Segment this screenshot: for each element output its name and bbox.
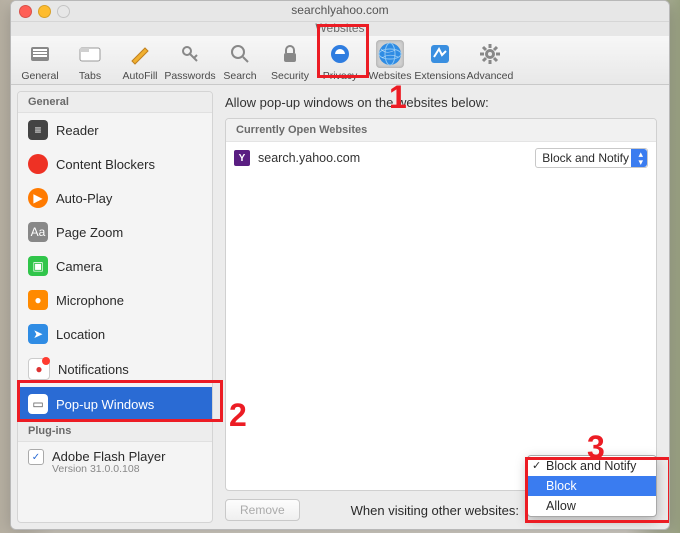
- body: General ≡ Reader Content Blockers ▶ Auto…: [11, 85, 669, 529]
- toolbar-search[interactable]: Search: [217, 40, 263, 82]
- sidebar-item-label: Camera: [56, 259, 102, 274]
- zoom-icon: Aa: [28, 222, 48, 242]
- yahoo-favicon: Y: [234, 150, 250, 166]
- sidebar-item-label: Reader: [56, 123, 99, 138]
- preferences-window: searchlyahoo.com Websites General Tabs A…: [10, 0, 670, 530]
- search-icon: [226, 40, 254, 68]
- remove-button[interactable]: Remove: [225, 499, 300, 521]
- sidebar-item-popup-windows[interactable]: ▭ Pop-up Windows: [18, 387, 212, 421]
- option-block-and-notify[interactable]: ✓ Block and Notify: [528, 456, 656, 476]
- privacy-icon: [326, 40, 354, 68]
- close-window-button[interactable]: [19, 5, 32, 18]
- sidebar-item-auto-play[interactable]: ▶ Auto-Play: [18, 181, 212, 215]
- sidebar-item-label: Microphone: [56, 293, 124, 308]
- websites-list: Currently Open Websites Y search.yahoo.c…: [225, 118, 657, 491]
- window-title: Websites: [11, 22, 669, 36]
- zoom-window-button[interactable]: [57, 5, 70, 18]
- globe-icon: [376, 40, 404, 68]
- main-panel: Allow pop-up windows on the websites bel…: [213, 85, 669, 529]
- check-icon: ✓: [532, 459, 541, 472]
- sidebar-item-label: Auto-Play: [56, 191, 112, 206]
- option-block[interactable]: Block: [528, 476, 656, 496]
- preferences-toolbar: General Tabs AutoFill Passwords Search S…: [11, 36, 669, 85]
- camera-icon: ▣: [28, 256, 48, 276]
- toolbar-autofill[interactable]: AutoFill: [117, 40, 163, 82]
- toolbar-passwords[interactable]: Passwords: [167, 40, 213, 82]
- toolbar-label: Websites: [369, 70, 412, 82]
- toolbar-label: Extensions: [414, 70, 465, 82]
- stop-icon: [28, 154, 48, 174]
- toolbar-general[interactable]: General: [17, 40, 63, 82]
- key-icon: [176, 40, 204, 68]
- sidebar-item-label: Location: [56, 327, 105, 342]
- sidebar-item-reader[interactable]: ≡ Reader: [18, 113, 212, 147]
- sidebar-item-label: Content Blockers: [56, 157, 155, 172]
- sidebar: General ≡ Reader Content Blockers ▶ Auto…: [17, 91, 213, 523]
- toolbar-tabs[interactable]: Tabs: [67, 40, 113, 82]
- option-allow[interactable]: Allow: [528, 496, 656, 516]
- play-icon: ▶: [28, 188, 48, 208]
- notification-badge: [42, 357, 50, 365]
- site-setting-select[interactable]: Block and Notify ▴▾: [535, 148, 648, 168]
- toolbar-label: Advanced: [467, 70, 514, 82]
- sidebar-section-plugins: Plug-ins: [18, 421, 212, 442]
- sidebar-item-notifications[interactable]: ● Notifications: [18, 351, 212, 387]
- toolbar-label: Passwords: [164, 70, 215, 82]
- sidebar-item-camera[interactable]: ▣ Camera: [18, 249, 212, 283]
- website-row[interactable]: Y search.yahoo.com Block and Notify ▴▾: [226, 142, 656, 174]
- site-name: search.yahoo.com: [258, 151, 527, 165]
- chevron-updown-icon: ▴▾: [638, 150, 643, 166]
- plugin-label: Adobe Flash Player: [52, 449, 165, 464]
- sidebar-section-general: General: [18, 92, 212, 113]
- toolbar-label: Search: [223, 70, 256, 82]
- option-label: Block and Notify: [546, 459, 636, 473]
- location-icon: ➤: [28, 324, 48, 344]
- sidebar-item-label: Page Zoom: [56, 225, 123, 240]
- sidebar-item-location[interactable]: ➤ Location: [18, 317, 212, 351]
- sidebar-item-flash[interactable]: ✓ Adobe Flash Player Version 31.0.0.108: [18, 442, 212, 482]
- reader-icon: ≡: [28, 120, 48, 140]
- gear-icon: [476, 40, 504, 68]
- toolbar-privacy[interactable]: Privacy: [317, 40, 363, 82]
- toolbar-advanced[interactable]: Advanced: [467, 40, 513, 82]
- toolbar-label: AutoFill: [122, 70, 157, 82]
- plugin-info: Adobe Flash Player Version 31.0.0.108: [52, 449, 165, 475]
- visiting-options-popup: ✓ Block and Notify Block Allow: [527, 455, 657, 517]
- toolbar-label: Tabs: [79, 70, 101, 82]
- minimize-window-button[interactable]: [38, 5, 51, 18]
- toolbar-label: General: [21, 70, 58, 82]
- sidebar-item-label: Notifications: [58, 362, 129, 377]
- toolbar-websites[interactable]: Websites: [367, 40, 413, 82]
- sidebar-item-label: Pop-up Windows: [56, 397, 154, 412]
- sidebar-item-microphone[interactable]: ● Microphone: [18, 283, 212, 317]
- site-setting-value: Block and Notify: [542, 151, 629, 165]
- extensions-icon: [426, 40, 454, 68]
- toolbar-label: Security: [271, 70, 309, 82]
- main-heading: Allow pop-up windows on the websites bel…: [225, 95, 657, 110]
- microphone-icon: ●: [28, 290, 48, 310]
- list-header: Currently Open Websites: [226, 119, 656, 142]
- option-label: Block: [546, 479, 577, 493]
- sidebar-item-page-zoom[interactable]: Aa Page Zoom: [18, 215, 212, 249]
- sidebar-item-content-blockers[interactable]: Content Blockers: [18, 147, 212, 181]
- visiting-label: When visiting other websites:: [351, 503, 519, 518]
- autofill-icon: [126, 40, 154, 68]
- plugin-version: Version 31.0.0.108: [52, 464, 165, 475]
- toolbar-security[interactable]: Security: [267, 40, 313, 82]
- general-icon: [26, 40, 54, 68]
- window-controls: [19, 5, 70, 18]
- window-url-snippet: searchlyahoo.com: [291, 3, 388, 17]
- toolbar-extensions[interactable]: Extensions: [417, 40, 463, 82]
- tabs-icon: [76, 40, 104, 68]
- plugin-checkbox[interactable]: ✓: [28, 449, 44, 465]
- window-icon: ▭: [28, 394, 48, 414]
- lock-icon: [276, 40, 304, 68]
- toolbar-label: Privacy: [323, 70, 357, 82]
- option-label: Allow: [546, 499, 576, 513]
- titlebar: searchlyahoo.com: [11, 1, 669, 22]
